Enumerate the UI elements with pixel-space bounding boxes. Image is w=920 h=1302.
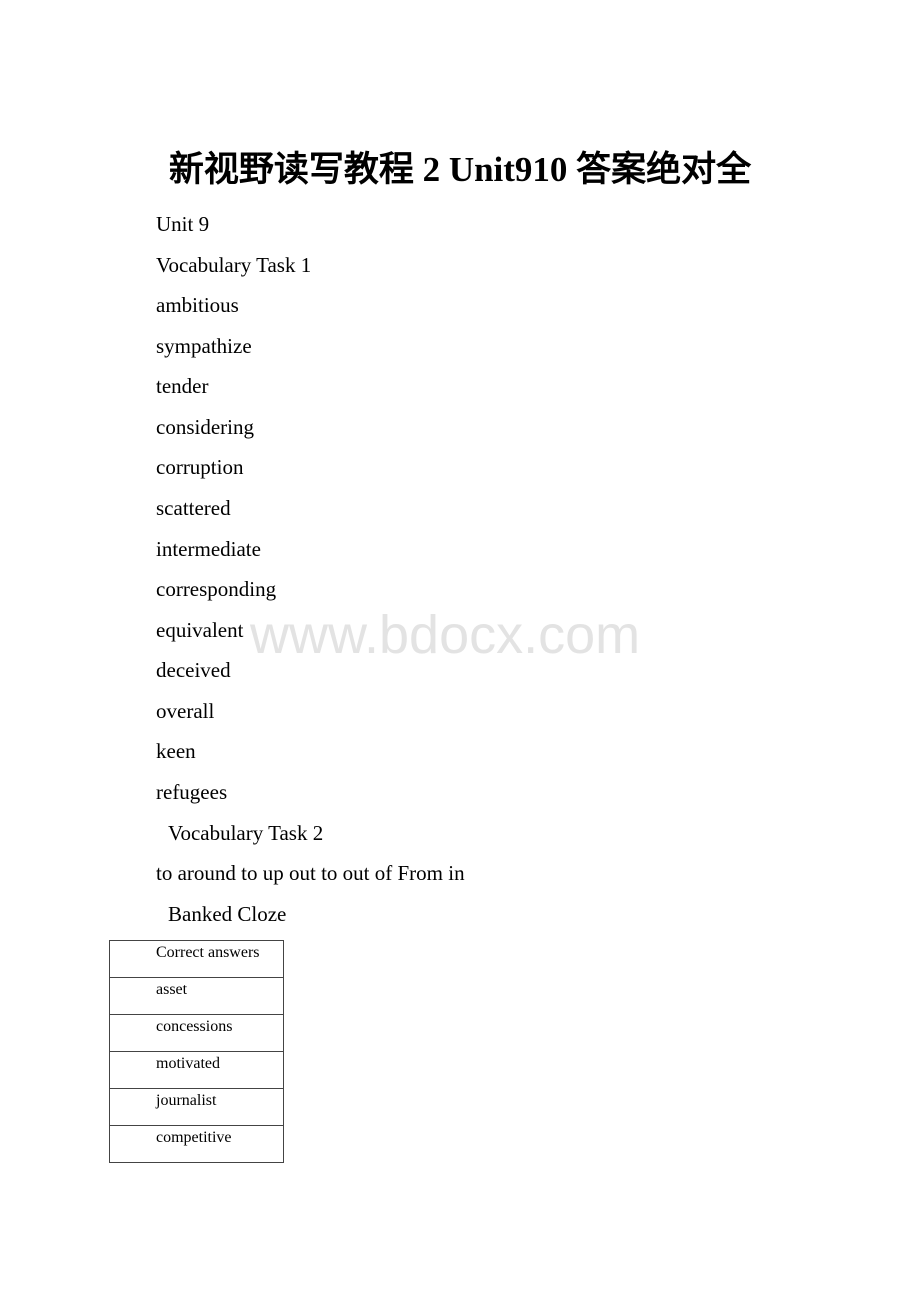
table-cell: asset (109, 977, 284, 1015)
table-cell: motivated (109, 1051, 284, 1089)
banked-cloze-heading: Banked Cloze (168, 902, 287, 926)
table-row: concessions (109, 1014, 284, 1052)
vocab-answer: scattered (156, 496, 231, 520)
vocab-task2-answers: to around to up out to out of From in (156, 861, 465, 885)
vocab-answer: corruption (156, 455, 244, 479)
table-header-cell: Correct answers (109, 940, 284, 978)
table-cell: journalist (109, 1088, 284, 1126)
table-cell: competitive (109, 1125, 284, 1163)
vocab-answer: refugees (156, 780, 228, 804)
vocab-answer: equivalent (156, 618, 244, 642)
watermark: www.bdocx.com (250, 605, 641, 665)
answers-table: Correct answers asset concessions motiva… (109, 940, 284, 1163)
table-row: asset (109, 977, 284, 1015)
vocab-task1-heading: Vocabulary Task 1 (156, 253, 312, 277)
vocab-answer: corresponding (156, 577, 277, 601)
vocab-answer: deceived (156, 658, 231, 682)
vocab-answer: tender (156, 374, 209, 398)
table-row: motivated (109, 1051, 284, 1089)
vocab-answer: ambitious (156, 293, 239, 317)
vocab-answer: sympathize (156, 334, 252, 358)
vocab-answer: intermediate (156, 537, 261, 561)
document-title: 新视野读写教程 2 Unit910 答案绝对全 (168, 150, 752, 189)
unit-heading: Unit 9 (156, 212, 210, 236)
table-row: competitive (109, 1125, 284, 1163)
table-row: journalist (109, 1088, 284, 1126)
vocab-answer: considering (156, 415, 254, 439)
table-cell: concessions (109, 1014, 284, 1052)
vocab-answer: keen (156, 739, 196, 763)
vocab-answer: overall (156, 699, 215, 723)
vocab-task2-heading: Vocabulary Task 2 (168, 821, 324, 845)
table-header-row: Correct answers (109, 940, 284, 978)
